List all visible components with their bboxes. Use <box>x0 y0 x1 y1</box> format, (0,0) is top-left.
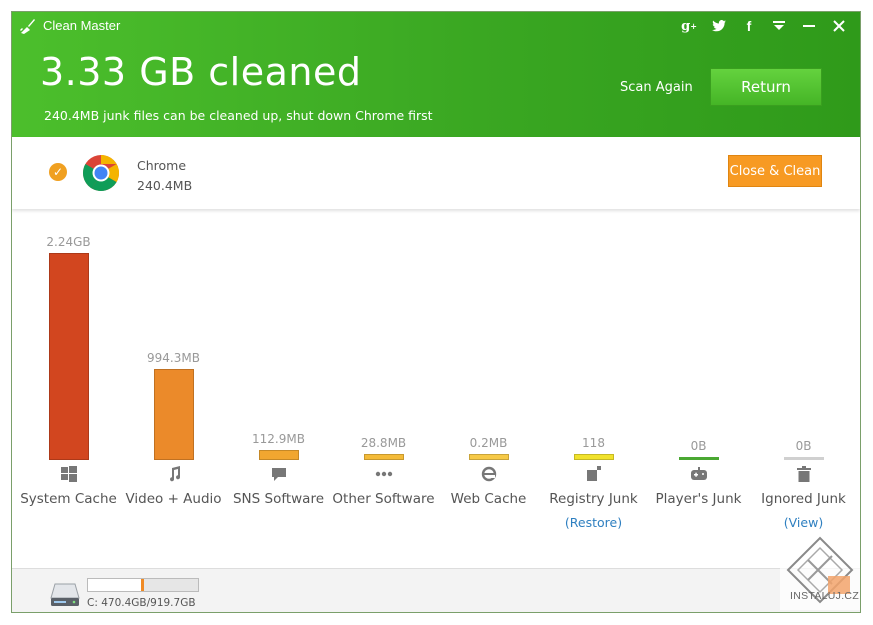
disk-usage-fill <box>88 579 145 591</box>
category-label[interactable]: Web Cache <box>436 491 541 507</box>
category-label[interactable]: Other Software <box>331 491 436 507</box>
category-bar <box>468 454 509 460</box>
category-label[interactable]: Player's Junk <box>646 491 751 507</box>
dots-icon <box>374 464 394 484</box>
twitter-icon[interactable] <box>704 15 734 37</box>
category-value: 994.3MB <box>147 351 200 365</box>
minimize-icon[interactable] <box>794 15 824 37</box>
music-note-icon <box>164 464 184 484</box>
category-column: 28.8MB Other Software <box>331 212 436 542</box>
chrome-name: Chrome <box>137 158 187 173</box>
category-bar <box>573 454 614 460</box>
category-bar <box>153 369 194 460</box>
category-value: 118 <box>582 436 605 450</box>
facebook-icon[interactable]: f <box>734 15 764 37</box>
watermark-text: INSTALUJ.CZ <box>790 590 860 602</box>
category-bar <box>363 454 404 460</box>
category-column: 0B Player's Junk <box>646 212 751 542</box>
header: Clean Master g + f 3.33 GB cleaned 240.4M… <box>12 12 860 137</box>
category-bar <box>678 457 719 460</box>
category-value: 0B <box>795 439 812 453</box>
broom-logo-icon <box>20 19 35 34</box>
registry-icon <box>584 464 604 484</box>
chrome-junk-size: 240.4MB <box>137 178 193 193</box>
category-label[interactable]: System Cache <box>16 491 121 507</box>
hard-drive-icon <box>50 583 80 606</box>
category-value: 0B <box>690 439 707 453</box>
window-controls: g + f <box>674 15 854 37</box>
disk-usage-bar <box>87 578 199 592</box>
category-value: 0.2MB <box>469 436 508 450</box>
category-label[interactable]: Ignored Junk <box>751 491 856 507</box>
category-value: 2.24GB <box>46 235 91 249</box>
category-bar <box>783 457 824 460</box>
windows-icon <box>59 464 79 484</box>
ie-icon <box>479 464 499 484</box>
category-bar <box>48 253 89 460</box>
footer-status-bar: C: 470.4GB/919.7GB <box>12 568 860 612</box>
close-and-clean-button[interactable]: Close & Clean <box>728 155 822 187</box>
category-bar <box>258 450 299 460</box>
chrome-item-row: ✓ Chrome 240.4MB Close & Clean <box>12 137 860 209</box>
trash-icon <box>794 464 814 484</box>
category-action-link[interactable]: (Restore) <box>541 515 646 530</box>
chrome-logo-icon <box>82 155 120 192</box>
category-column: 118 Registry Junk (Restore) <box>541 212 646 542</box>
category-action-link[interactable]: (View) <box>751 515 856 530</box>
scan-again-link[interactable]: Scan Again <box>620 80 693 95</box>
category-label[interactable]: Video + Audio <box>121 491 226 507</box>
category-column: 0.2MB Web Cache <box>436 212 541 542</box>
category-value: 28.8MB <box>360 436 407 450</box>
cleanup-note: 240.4MB junk files can be cleaned up, sh… <box>44 108 433 123</box>
cleaned-headline: 3.33 GB cleaned <box>40 50 362 94</box>
category-label[interactable]: Registry Junk <box>541 491 646 507</box>
category-value: 112.9MB <box>252 432 305 446</box>
google-plus-icon[interactable]: g + <box>674 15 704 37</box>
return-button[interactable]: Return <box>710 68 822 106</box>
category-column: 2.24GB System Cache <box>16 212 121 542</box>
disk-usage-label: C: 470.4GB/919.7GB <box>87 597 196 609</box>
menu-icon[interactable] <box>764 15 794 37</box>
category-column: 112.9MB SNS Software <box>226 212 331 542</box>
checkmark-icon[interactable]: ✓ <box>49 163 67 181</box>
gamepad-icon <box>689 464 709 484</box>
category-column: 994.3MB Video + Audio <box>121 212 226 542</box>
app-title: Clean Master <box>43 18 121 33</box>
junk-category-chart: 2.24GB System Cache 994.3MB Video + Audio 11… <box>12 212 860 542</box>
close-icon[interactable] <box>824 15 854 37</box>
category-label[interactable]: SNS Software <box>226 491 331 507</box>
app-window: Clean Master g + f 3.33 GB cleaned 240.4M… <box>11 11 861 613</box>
chat-bubble-icon <box>269 464 289 484</box>
category-column: 0B Ignored Junk (View) <box>751 212 856 542</box>
